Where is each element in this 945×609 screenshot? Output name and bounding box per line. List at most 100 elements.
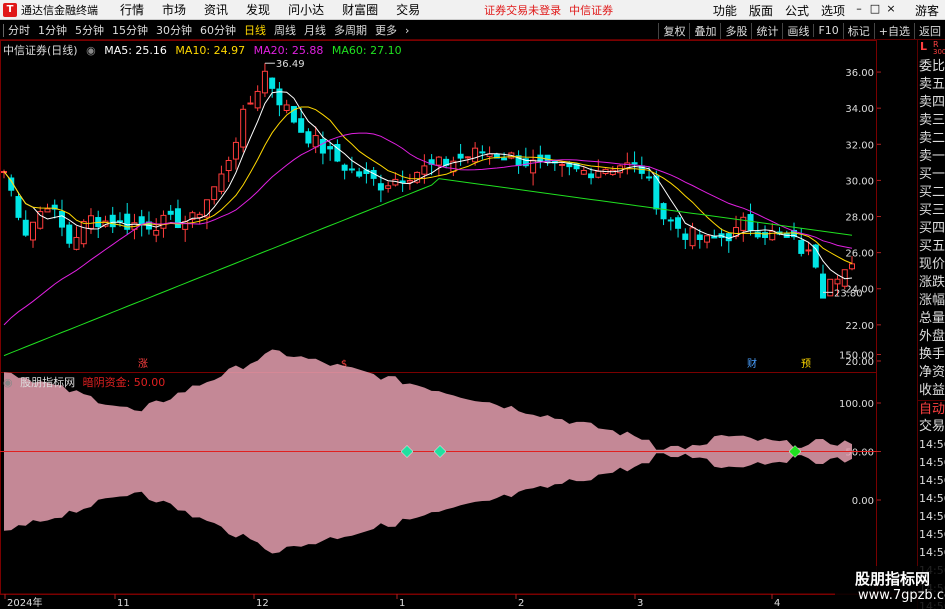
candle-body bbox=[356, 171, 363, 177]
login-status[interactable]: 证券交易未登录 bbox=[484, 2, 561, 18]
menu-options[interactable]: 选项 bbox=[815, 2, 851, 19]
side-item[interactable]: 外盘 bbox=[918, 328, 945, 346]
side-item[interactable]: 卖四 bbox=[918, 94, 945, 112]
menu-trade[interactable]: 交易 bbox=[387, 1, 429, 18]
side-item[interactable]: 收益 bbox=[918, 382, 945, 400]
menu-layout[interactable]: 版面 bbox=[743, 2, 779, 19]
chevron-right-icon[interactable]: › bbox=[401, 24, 413, 37]
stock-name: 中信证券(日线) bbox=[3, 44, 78, 57]
f10-button[interactable]: F10 bbox=[813, 24, 842, 37]
menu-ask[interactable]: 问小达 bbox=[279, 1, 333, 18]
close-icon[interactable]: × bbox=[884, 3, 898, 17]
side-item[interactable]: 买四 bbox=[918, 220, 945, 238]
broker-name[interactable]: 中信证券 bbox=[569, 2, 613, 18]
menu-discover[interactable]: 发现 bbox=[237, 1, 279, 18]
overlay-button[interactable]: 叠加 bbox=[689, 22, 720, 39]
indicator-series-label: 暗阴资金: 50.00 bbox=[82, 376, 166, 389]
price-tick-label: 30.00 bbox=[845, 176, 874, 187]
chevron-down-icon[interactable]: ◉ bbox=[86, 44, 96, 57]
candle-body bbox=[667, 219, 674, 222]
side-time: 14:56 bbox=[919, 528, 945, 541]
minimize-icon[interactable]: – bbox=[852, 3, 866, 17]
side-item[interactable]: 总量 bbox=[918, 310, 945, 328]
side-item[interactable]: 净资 bbox=[918, 364, 945, 382]
multi-stock-button[interactable]: 多股 bbox=[720, 22, 751, 39]
badge-l: L bbox=[920, 40, 928, 53]
auto-label[interactable]: 自动 bbox=[918, 400, 945, 418]
quote-side-panel: L R 300 委比 卖五 卖四 卖三 卖二 卖一 买一 买二 买三 买四 买五 现价 涨跌 涨幅 总量 外盘… bbox=[917, 40, 945, 609]
candle-body bbox=[377, 183, 384, 191]
main-frame bbox=[0, 40, 877, 373]
indicator-header: ◉ 股朋指标网 暗阴资金: 50.00 bbox=[3, 374, 169, 390]
candle-body bbox=[501, 157, 508, 161]
side-item[interactable]: 买二 bbox=[918, 184, 945, 202]
menu-quotes[interactable]: 行情 bbox=[111, 1, 153, 18]
period-15min[interactable]: 15分钟 bbox=[108, 22, 152, 38]
maximize-icon[interactable]: □ bbox=[868, 3, 882, 17]
candle-body bbox=[740, 216, 747, 231]
side-item[interactable]: 涨跌 bbox=[918, 274, 945, 292]
side-item[interactable]: 卖五 bbox=[918, 76, 945, 94]
side-item[interactable]: 卖二 bbox=[918, 130, 945, 148]
menu-wealth[interactable]: 财富圈 bbox=[333, 1, 387, 18]
period-multi[interactable]: 多周期 bbox=[330, 22, 371, 38]
period-1min[interactable]: 1分钟 bbox=[34, 22, 71, 38]
candle-body bbox=[530, 159, 537, 174]
event-mark: 预 bbox=[801, 358, 811, 370]
candle-body bbox=[261, 70, 268, 94]
add-favorite-button[interactable]: +自选 bbox=[873, 22, 914, 39]
period-monthly[interactable]: 月线 bbox=[300, 22, 330, 38]
mark-button[interactable]: 标记 bbox=[842, 22, 874, 39]
trade-label[interactable]: 交易 bbox=[918, 418, 945, 436]
menu-formula[interactable]: 公式 bbox=[779, 2, 815, 19]
side-item[interactable]: 卖三 bbox=[918, 112, 945, 130]
period-timeshare[interactable]: 分时 bbox=[4, 22, 34, 38]
period-more[interactable]: 更多 bbox=[371, 22, 401, 38]
side-item[interactable]: 涨幅 bbox=[918, 292, 945, 310]
candle-body bbox=[798, 239, 805, 254]
side-time: 14:56 bbox=[919, 438, 945, 451]
price-tick-label: 32.00 bbox=[845, 140, 874, 151]
title-bar: T 通达信金融终端 行情 市场 资讯 发现 问小达 财富圈 交易 证券交易未登录… bbox=[0, 0, 945, 20]
menu-market[interactable]: 市场 bbox=[153, 1, 195, 18]
draw-line-button[interactable]: 画线 bbox=[782, 22, 813, 39]
badge-num: 300 bbox=[933, 48, 945, 56]
ma10-line bbox=[3, 106, 853, 264]
candle-body bbox=[435, 156, 442, 166]
guest-button[interactable]: 游客 bbox=[899, 2, 945, 19]
side-item[interactable]: 买三 bbox=[918, 202, 945, 220]
candle-body bbox=[559, 163, 566, 166]
candle-body bbox=[218, 173, 225, 192]
price-tick-label: 34.00 bbox=[845, 104, 874, 115]
side-item[interactable]: 买五 bbox=[918, 238, 945, 256]
menu-function[interactable]: 功能 bbox=[707, 2, 743, 19]
period-30min[interactable]: 30分钟 bbox=[152, 22, 196, 38]
period-toolbar: 分时 1分钟 5分钟 15分钟 30分钟 60分钟 日线 周线 月线 多周期 更… bbox=[0, 21, 945, 40]
back-button[interactable]: 返回 bbox=[914, 22, 945, 39]
period-weekly[interactable]: 周线 bbox=[270, 22, 300, 38]
statistics-button[interactable]: 统计 bbox=[751, 22, 782, 39]
chevron-down-icon[interactable]: ◉ bbox=[3, 376, 13, 389]
ma5-label: MA5: 25.16 bbox=[104, 44, 167, 57]
candle-body bbox=[160, 214, 167, 229]
candle-body bbox=[348, 168, 355, 171]
period-daily[interactable]: 日线 bbox=[240, 22, 270, 38]
side-item[interactable]: 现价 bbox=[918, 256, 945, 274]
date-label: 4 bbox=[774, 598, 780, 609]
side-item[interactable]: 换手 bbox=[918, 346, 945, 364]
side-time: 14:56 bbox=[919, 474, 945, 487]
menu-news[interactable]: 资讯 bbox=[195, 1, 237, 18]
candle-body bbox=[174, 208, 181, 228]
side-item[interactable]: 委比 bbox=[918, 58, 945, 76]
date-label: 12 bbox=[256, 598, 269, 609]
side-item[interactable]: 卖一 bbox=[918, 148, 945, 166]
candle-body bbox=[421, 165, 428, 175]
date-label: 2 bbox=[518, 598, 524, 609]
side-item[interactable]: 买一 bbox=[918, 166, 945, 184]
candle-body bbox=[682, 233, 689, 240]
candle-body bbox=[44, 208, 51, 213]
period-60min[interactable]: 60分钟 bbox=[196, 22, 240, 38]
period-5min[interactable]: 5分钟 bbox=[71, 22, 108, 38]
kline-chart[interactable]: 36.0034.0032.0030.0028.0026.0024.0022.00… bbox=[0, 40, 917, 609]
adjust-button[interactable]: 复权 bbox=[658, 22, 689, 39]
